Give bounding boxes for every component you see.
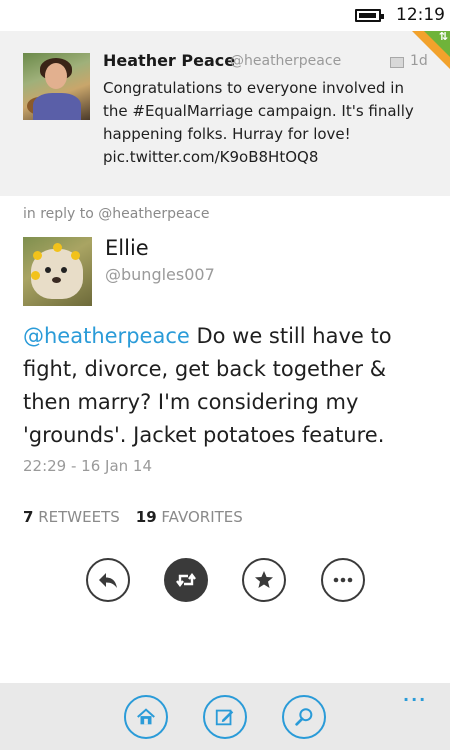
retweets-label: RETWEETS xyxy=(38,508,120,526)
compose-icon xyxy=(215,709,234,726)
tweet-author-name: Ellie xyxy=(105,236,149,260)
search-icon xyxy=(295,708,313,726)
more-icon xyxy=(333,577,353,583)
search-button[interactable] xyxy=(282,695,326,739)
original-tweet-author-name: Heather Peace xyxy=(103,51,236,70)
favorites-label: FAVORITES xyxy=(161,508,243,526)
compose-button[interactable] xyxy=(203,695,247,739)
reply-button[interactable] xyxy=(86,558,130,602)
original-tweet-text: Congratulations to everyone involved in … xyxy=(103,79,414,166)
favorite-icon xyxy=(255,571,273,588)
tweet-stats: 7 RETWEETS 19 FAVORITES xyxy=(23,508,243,526)
tweet-timestamp: 22:29 - 16 Jan 14 xyxy=(23,457,153,475)
app-bar: ... xyxy=(0,683,450,750)
reply-icon xyxy=(99,573,117,588)
favorites-count: 19 xyxy=(135,508,157,526)
tweet-text: @heatherpeace Do we still have to fight,… xyxy=(23,320,428,452)
original-tweet-author-handle: @heatherpeace xyxy=(230,53,342,69)
avatar[interactable] xyxy=(23,53,90,120)
in-reply-to-label[interactable]: in reply to @heatherpeace xyxy=(23,206,209,222)
home-button[interactable] xyxy=(124,695,168,739)
favorites-stat[interactable]: 19 FAVORITES xyxy=(136,508,243,526)
mention-link[interactable]: @heatherpeace xyxy=(23,324,190,348)
image-attachment-icon xyxy=(390,57,404,68)
retweet-button[interactable] xyxy=(164,558,208,602)
status-clock: 12:19 xyxy=(396,5,445,25)
favorite-button[interactable] xyxy=(242,558,286,602)
app-bar-more-button[interactable]: ... xyxy=(403,686,427,705)
retweet-icon xyxy=(176,573,196,587)
status-bar: 12:19 xyxy=(0,0,450,32)
more-button[interactable] xyxy=(321,558,365,602)
tweet-author-handle: @bungles007 xyxy=(105,265,215,284)
battery-full-icon xyxy=(355,9,384,22)
conversation-badge-icon: ⇅ xyxy=(412,31,450,69)
home-icon xyxy=(137,708,155,725)
retweets-stat[interactable]: 7 RETWEETS xyxy=(23,508,120,526)
avatar[interactable] xyxy=(23,237,92,306)
retweets-count: 7 xyxy=(23,508,34,526)
